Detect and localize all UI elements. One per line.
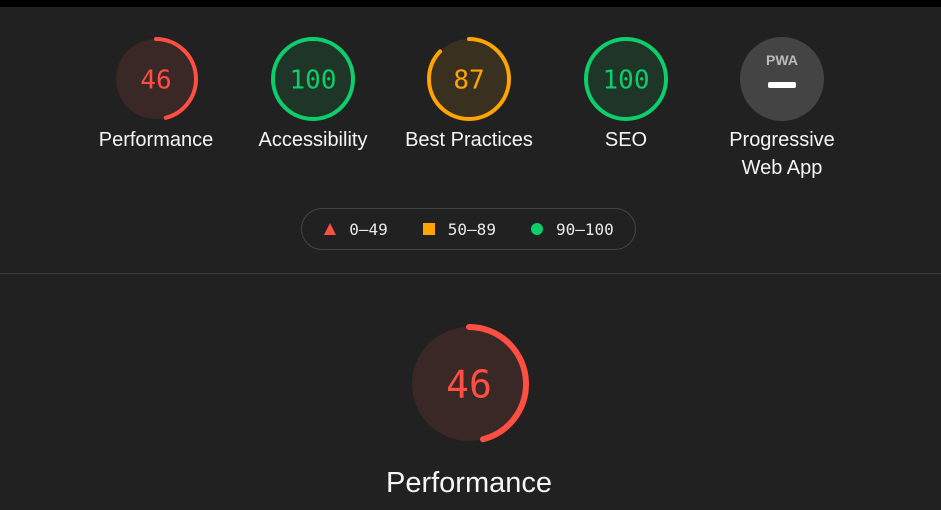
triangle-icon	[324, 223, 337, 235]
category-gauge-accessibility[interactable]: 100 Accessibility	[243, 36, 383, 154]
gauge-ring: 46	[409, 324, 529, 444]
category-gauge-progressive-web-app[interactable]: PWA Progressive Web App	[712, 36, 852, 182]
gauge-label: Performance	[98, 129, 214, 151]
pwa-badge: PWA	[766, 52, 798, 68]
gauge-label-line: Web App	[741, 157, 823, 179]
category-gauge-performance[interactable]: 46 Performance	[86, 36, 226, 154]
legend-average: 50–89	[422, 220, 496, 239]
gauge-score: 100	[290, 65, 337, 95]
gauge-ring: 46	[114, 37, 198, 121]
category-gauge-seo[interactable]: 100 SEO	[556, 36, 696, 154]
gauge-score: 46	[140, 65, 171, 95]
gauge-score: 87	[453, 65, 484, 95]
legend-range: 50–89	[447, 219, 496, 239]
legend-pass: 90–100	[530, 220, 614, 239]
gauge-label-line: Progressive	[729, 129, 835, 151]
pwa-dash-icon	[768, 82, 796, 88]
gauge-label: SEO	[604, 129, 648, 151]
gauge-label: Progressive Web App	[712, 126, 852, 182]
legend-range: 0–49	[349, 219, 388, 239]
gauge-label: Accessibility	[258, 129, 368, 151]
performance-main-gauge[interactable]: 46 Performance	[369, 322, 569, 501]
gauge-ring: PWA	[740, 37, 824, 121]
gauge-label: Best Practices	[405, 129, 533, 151]
gauge-ring: 100	[271, 37, 355, 121]
score-legend: 0–49 50–89 90–100	[301, 208, 636, 250]
circle-icon	[530, 223, 543, 235]
top-bar	[0, 0, 941, 7]
divider	[0, 273, 941, 274]
gauge-ring: 100	[584, 37, 668, 121]
gauge-background	[740, 37, 824, 121]
square-icon	[422, 223, 435, 235]
gauge-ring: 87	[427, 37, 511, 121]
legend-range: 90–100	[555, 219, 614, 239]
legend-fail: 0–49	[323, 220, 388, 239]
category-gauge-best-practices[interactable]: 87 Best Practices	[399, 36, 539, 154]
gauge-score: 100	[603, 65, 650, 95]
gauge-label: Performance	[385, 467, 552, 499]
gauge-score: 46	[446, 363, 492, 407]
